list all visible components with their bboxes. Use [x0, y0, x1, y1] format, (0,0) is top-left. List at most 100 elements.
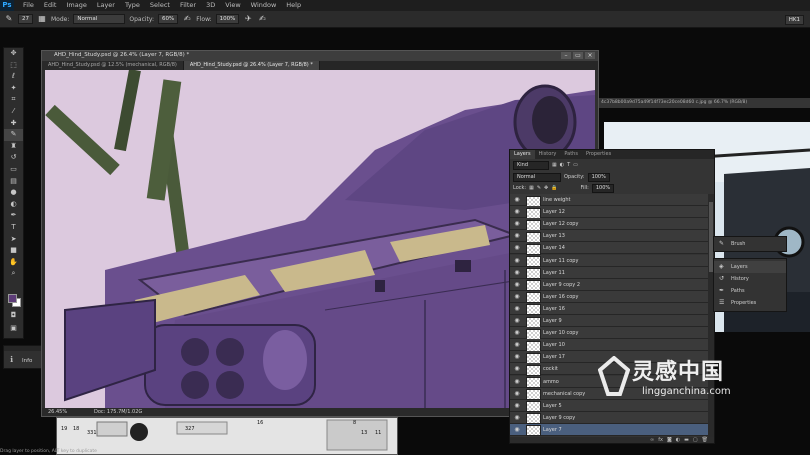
adjustment-icon[interactable]: ◐: [676, 437, 680, 443]
minimize-icon[interactable]: –: [561, 52, 571, 59]
hand-icon[interactable]: ✋: [4, 257, 23, 269]
maximize-icon[interactable]: ▭: [573, 52, 583, 59]
visibility-eye-icon[interactable]: ◉: [513, 390, 521, 398]
side-item-brush[interactable]: ✎ Brush: [714, 238, 786, 250]
eyedropper-icon[interactable]: ⁄: [4, 106, 23, 118]
eraser-icon[interactable]: ▭: [4, 164, 23, 176]
layer-thumbnail[interactable]: [526, 425, 541, 437]
close-icon[interactable]: ×: [585, 52, 595, 59]
airbrush-icon[interactable]: ✈: [243, 14, 253, 24]
layer-row[interactable]: ◉ Layer 16: [510, 302, 708, 316]
menu-type[interactable]: Type: [120, 0, 145, 11]
info-label[interactable]: Info: [22, 358, 32, 364]
opacity-field[interactable]: 60%: [158, 14, 179, 24]
layer-thumbnail[interactable]: [526, 340, 541, 352]
healing-icon[interactable]: ✚: [4, 118, 23, 130]
filter-pixel-icon[interactable]: ▦: [552, 162, 557, 168]
move-icon[interactable]: ✥: [4, 48, 23, 60]
screen-mode-icon[interactable]: ▣: [4, 323, 23, 335]
blur-icon[interactable]: ●: [4, 187, 23, 199]
flow-field[interactable]: 100%: [215, 14, 240, 24]
kind-filter-select[interactable]: Kind: [513, 160, 549, 170]
layer-name[interactable]: Layer 9: [543, 318, 562, 324]
layer-thumbnail[interactable]: [526, 243, 541, 255]
layer-name[interactable]: Layer 12 copy: [543, 221, 578, 227]
lock-all-icon[interactable]: 🔒: [551, 185, 557, 191]
document-info[interactable]: Doc: 175.7M/1.02G: [94, 408, 142, 416]
folder-icon[interactable]: ▬: [684, 437, 689, 443]
layer-row[interactable]: ◉ Layer 14: [510, 242, 708, 255]
pressure-opacity-icon[interactable]: ✍: [182, 14, 192, 24]
layer-row[interactable]: ◉ line weight: [510, 194, 708, 207]
side-item-paths[interactable]: ✒ Paths: [714, 285, 786, 297]
pressure-size-icon[interactable]: ✍: [257, 14, 267, 24]
pen-icon[interactable]: ✒: [4, 210, 23, 222]
tab-paths[interactable]: Paths: [560, 150, 582, 159]
zoom-icon[interactable]: ⌕: [4, 268, 23, 280]
layer-opacity-field[interactable]: 100%: [587, 172, 610, 182]
zoom-level[interactable]: 26.45%: [48, 408, 67, 416]
layer-name[interactable]: mechanical copy: [543, 391, 585, 397]
tab-layers[interactable]: Layers: [510, 150, 535, 159]
brush-size-field[interactable]: 27: [18, 14, 33, 24]
visibility-eye-icon[interactable]: ◉: [513, 208, 521, 216]
layer-name[interactable]: ammo: [543, 379, 559, 385]
layer-row[interactable]: ◉ Layer 7: [510, 423, 708, 437]
layer-row[interactable]: ◉ Layer 16 copy: [510, 290, 708, 304]
layer-row[interactable]: ◉ Layer 11 copy: [510, 254, 708, 267]
tab-mechanical[interactable]: AHD_Hind_Study.psd @ 12.5% (mechanical, …: [42, 61, 184, 70]
layer-name[interactable]: Layer 7: [543, 427, 562, 433]
layer-name[interactable]: Layer 13: [543, 233, 565, 239]
crop-icon[interactable]: ⌗: [4, 94, 23, 106]
brush-icon[interactable]: ✎: [4, 129, 23, 141]
blend-mode-select[interactable]: Normal: [513, 172, 561, 182]
layer-thumbnail[interactable]: [526, 207, 541, 219]
quick-select-icon[interactable]: ✦: [4, 83, 23, 95]
visibility-eye-icon[interactable]: ◉: [513, 341, 521, 349]
link-icon[interactable]: ∞: [650, 437, 654, 443]
menu-help[interactable]: Help: [281, 0, 306, 11]
lasso-icon[interactable]: ℓ: [4, 71, 23, 83]
workspace-select[interactable]: HK1: [784, 15, 804, 25]
layer-name[interactable]: Layer 11 copy: [543, 258, 578, 264]
side-item-layers[interactable]: ◈ Layers: [714, 261, 786, 273]
visibility-eye-icon[interactable]: ◉: [513, 257, 521, 265]
filter-adjust-icon[interactable]: ◐: [560, 162, 564, 168]
layer-name[interactable]: Layer 5: [543, 403, 562, 409]
visibility-eye-icon[interactable]: ◉: [513, 365, 521, 373]
layer-row[interactable]: ◉ Layer 9 copy 2: [510, 278, 708, 292]
filter-type-icon[interactable]: T: [567, 162, 570, 168]
quick-mask-icon[interactable]: ◘: [4, 310, 23, 322]
brush-panel-collapsed[interactable]: ✎ Brush: [713, 236, 787, 252]
visibility-eye-icon[interactable]: ◉: [513, 269, 521, 277]
menu-window[interactable]: Window: [246, 0, 282, 11]
type-icon[interactable]: T: [4, 222, 23, 234]
layer-name[interactable]: line weight: [543, 197, 570, 203]
menu-filter[interactable]: Filter: [175, 0, 201, 11]
layer-name[interactable]: cockit: [543, 366, 558, 372]
shape-icon[interactable]: ■: [4, 245, 23, 257]
layer-row[interactable]: ◉ Layer 11: [510, 266, 708, 280]
layer-name[interactable]: Layer 10 copy: [543, 330, 578, 336]
menu-view[interactable]: View: [220, 0, 245, 11]
visibility-eye-icon[interactable]: ◉: [513, 220, 521, 228]
filter-shape-icon[interactable]: ▭: [573, 162, 578, 168]
layer-thumbnail[interactable]: [526, 377, 541, 388]
layer-name[interactable]: Layer 16 copy: [543, 294, 578, 300]
path-select-icon[interactable]: ➤: [4, 234, 23, 246]
visibility-eye-icon[interactable]: ◉: [513, 414, 521, 422]
layer-thumbnail[interactable]: [526, 316, 541, 328]
layer-thumbnail[interactable]: [526, 364, 541, 376]
gradient-icon[interactable]: ▤: [4, 176, 23, 188]
mask-icon[interactable]: ◙: [667, 437, 672, 443]
visibility-eye-icon[interactable]: ◉: [513, 244, 521, 252]
side-item-history[interactable]: ↺ History: [714, 273, 786, 285]
menu-3d[interactable]: 3D: [201, 0, 220, 11]
info-icon[interactable]: ℹ: [10, 355, 13, 364]
layer-thumbnail[interactable]: [526, 389, 541, 401]
document-titlebar[interactable]: AHD_Hind_Study.psd @ 26.4% (Layer 7, RGB…: [42, 51, 598, 61]
layer-thumbnail[interactable]: [526, 401, 541, 413]
layer-name[interactable]: Layer 11: [543, 270, 565, 276]
layer-name[interactable]: Layer 16: [543, 306, 565, 312]
menu-edit[interactable]: Edit: [39, 0, 62, 11]
